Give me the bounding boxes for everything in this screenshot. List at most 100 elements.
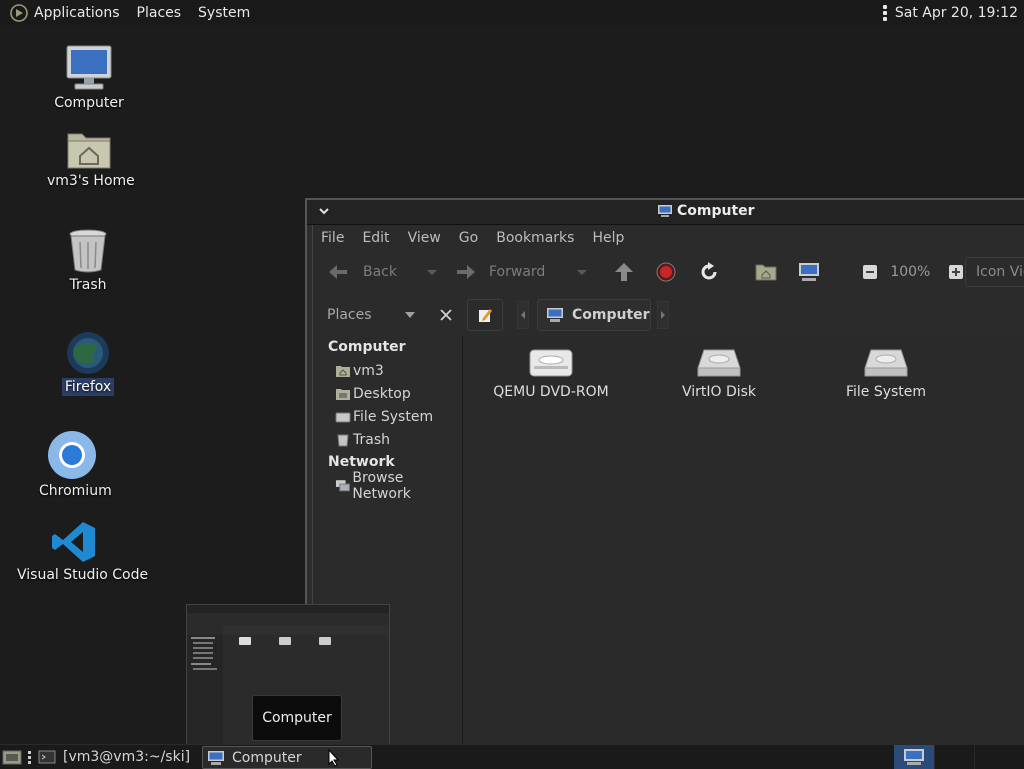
menu-bookmarks[interactable]: Bookmarks — [496, 230, 574, 246]
desktop-icon-vscode[interactable]: Visual Studio Code — [14, 520, 148, 584]
computer-icon[interactable] — [798, 262, 820, 282]
mouse-cursor-icon — [328, 749, 340, 767]
panel-handle-icon[interactable] — [28, 751, 31, 764]
reload-icon[interactable] — [699, 262, 719, 282]
vscode-icon — [52, 522, 95, 562]
menu-help[interactable]: Help — [592, 230, 624, 246]
computer-icon — [208, 750, 224, 765]
terminal-icon — [38, 750, 56, 763]
home-folder-icon[interactable] — [755, 263, 777, 281]
computer-icon — [904, 749, 924, 765]
stop-icon[interactable] — [656, 262, 676, 282]
desktop-icon-label: Trash — [69, 277, 107, 293]
back-button[interactable]: Back — [327, 263, 397, 281]
applications-menu[interactable]: Applications — [34, 5, 120, 21]
trash-icon — [69, 229, 107, 273]
forward-history-chevron-icon[interactable] — [575, 267, 589, 277]
desktop-icon-chromium[interactable]: Chromium — [36, 430, 112, 500]
sidebar-item-file-system[interactable]: File System — [313, 405, 462, 428]
workspace-1[interactable] — [894, 745, 934, 769]
desktop-icon-firefox[interactable]: Firefox — [58, 330, 118, 396]
menu-file[interactable]: File — [321, 230, 344, 246]
task-label: [vm3@vm3:~/ski] — [63, 748, 191, 765]
mate-logo-icon[interactable] — [10, 4, 28, 22]
desktop-icon-label: Chromium — [39, 483, 112, 499]
desktop-icon-label: Computer — [54, 95, 124, 111]
forward-button[interactable]: Forward — [455, 263, 545, 281]
sidebar-item-label: Trash — [353, 431, 390, 448]
places-menu[interactable]: Places — [137, 5, 182, 21]
menu-view[interactable]: View — [408, 230, 441, 246]
sidebar-item-label: Browse Network — [352, 469, 411, 502]
desktop-icon-computer[interactable]: Computer — [50, 44, 128, 112]
location-bar: Computer — [463, 295, 1024, 335]
home-folder-icon — [67, 133, 111, 169]
drive-qemu-dvd-rom[interactable]: QEMU DVD-ROM — [481, 346, 621, 400]
desktop-icon-trash[interactable]: Trash — [58, 228, 118, 294]
task-terminal[interactable]: [vm3@vm3:~/ski] — [38, 746, 190, 767]
task-computer[interactable]: Computer — [202, 746, 372, 769]
kebab-menu-icon[interactable] — [882, 5, 887, 21]
titlebar[interactable]: Computer — [307, 200, 1024, 225]
pencil-icon — [479, 309, 492, 322]
desktop-icon-label: Visual Studio Code — [17, 567, 149, 583]
file-manager-body: File Edit View Go Bookmarks Help Back Fo… — [312, 225, 1024, 746]
file-manager-window: Computer File Edit View Go Bookmarks Hel… — [305, 198, 1024, 746]
up-arrow-icon[interactable] — [613, 262, 635, 282]
computer-icon — [658, 205, 672, 217]
workspace-2[interactable] — [934, 745, 975, 769]
clock-area: Sat Apr 20, 19:12 — [882, 0, 1018, 26]
computer-icon — [547, 308, 563, 322]
chromium-icon — [48, 431, 96, 479]
chevron-down-icon[interactable] — [404, 311, 416, 319]
view-mode-select[interactable]: Icon View — [965, 257, 1024, 287]
window-title: Computer — [677, 203, 755, 219]
desktop-icon-home[interactable]: vm3's Home — [44, 128, 135, 190]
crumb-left-icon[interactable] — [517, 301, 529, 329]
close-icon[interactable] — [439, 309, 452, 321]
drive-label: QEMU DVD-ROM — [493, 384, 609, 400]
breadcrumb-computer[interactable]: Computer — [537, 299, 651, 331]
sidebar-item-trash[interactable]: Trash — [313, 428, 462, 451]
sidebar-group-computer[interactable]: Computer — [313, 336, 462, 359]
sidebar-item-desktop[interactable]: Desktop — [313, 382, 462, 405]
crumb-right-icon[interactable] — [657, 301, 669, 329]
workspace-3[interactable] — [974, 745, 1015, 769]
home-folder-icon — [336, 365, 350, 377]
task-label: Computer — [232, 749, 302, 766]
back-label: Back — [363, 264, 397, 280]
back-arrow-icon — [329, 265, 347, 279]
top-panel: Applications Places System Sat Apr 20, 1… — [0, 0, 1024, 26]
menu-go[interactable]: Go — [459, 230, 478, 246]
show-desktop-icon[interactable] — [2, 748, 22, 766]
network-icon — [335, 479, 350, 491]
forward-arrow-icon — [457, 265, 475, 279]
desktop-icon-label: vm3's Home — [47, 173, 135, 189]
firefox-icon — [67, 332, 109, 374]
optical-drive-icon — [529, 349, 573, 377]
sidebar-pane-select[interactable]: Places — [327, 307, 372, 323]
sidebar-item-label: vm3 — [353, 362, 384, 379]
sidebar-item-vm3[interactable]: vm3 — [313, 359, 462, 382]
file-view[interactable]: QEMU DVD-ROM VirtIO Disk File System — [463, 336, 1024, 746]
thumbnail-tooltip: Computer — [252, 695, 342, 741]
chevron-down-icon[interactable] — [317, 204, 331, 218]
drive-virtio-disk[interactable]: VirtIO Disk — [649, 346, 789, 400]
sidebar-header: Places — [313, 295, 462, 335]
desktop-folder-icon — [336, 388, 350, 400]
system-menu[interactable]: System — [198, 5, 250, 21]
clock[interactable]: Sat Apr 20, 19:12 — [895, 5, 1018, 21]
trash-icon — [337, 434, 349, 446]
edit-location-button[interactable] — [467, 299, 503, 331]
breadcrumb-label: Computer — [572, 307, 650, 323]
back-history-chevron-icon[interactable] — [425, 267, 439, 277]
zoom-out-icon[interactable] — [862, 264, 878, 280]
menu-edit[interactable]: Edit — [362, 230, 389, 246]
toolbar: Back Forward 100% Icon Vi — [313, 252, 1024, 292]
zoom-level: 100% — [890, 264, 931, 280]
zoom-in-icon[interactable] — [948, 264, 964, 280]
sidebar-item-label: File System — [353, 408, 434, 425]
window-title-group: Computer — [657, 203, 755, 219]
drive-file-system[interactable]: File System — [816, 346, 956, 400]
sidebar-item-browse-network[interactable]: Browse Network — [313, 470, 462, 502]
